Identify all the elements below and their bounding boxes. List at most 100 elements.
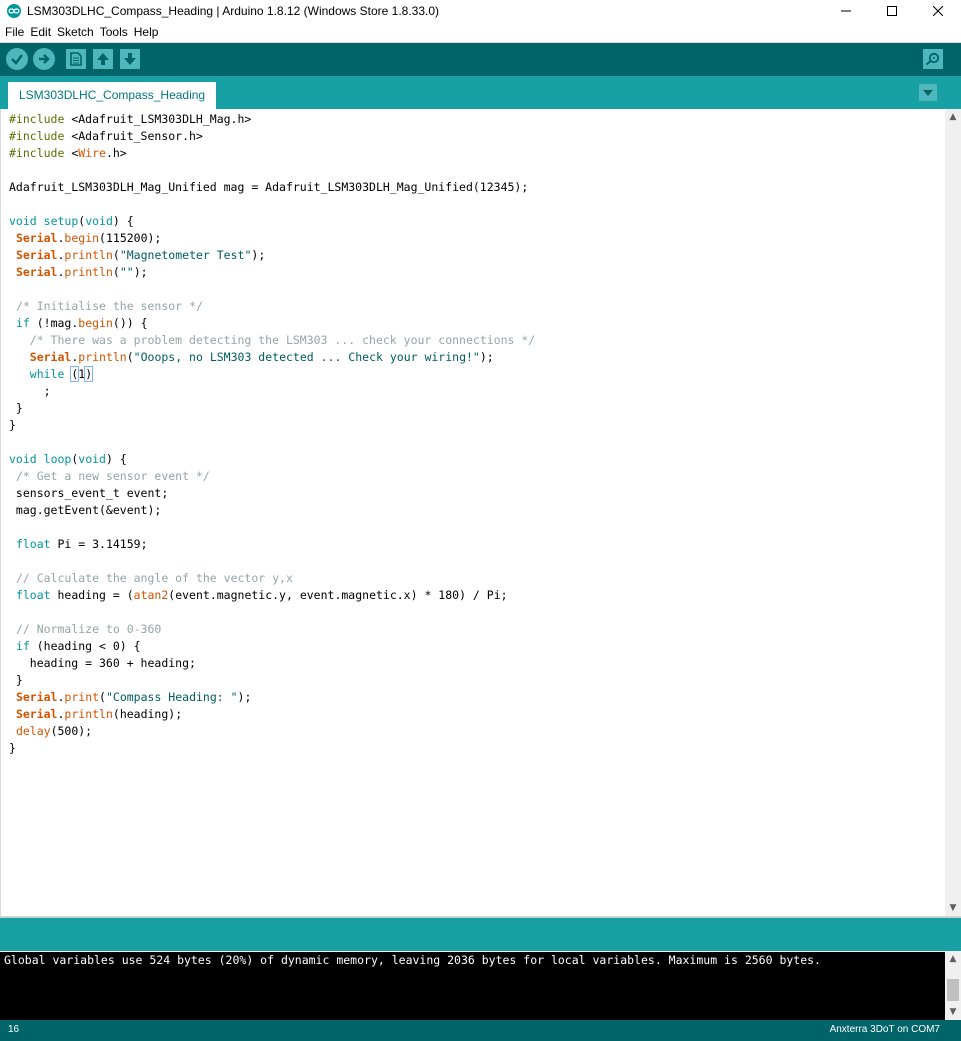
tab-lsm303dlhc-compass-heading[interactable]: LSM303DLHC_Compass_Heading: [8, 82, 217, 109]
code-token: print: [64, 690, 100, 704]
tab-menu-button[interactable]: [919, 84, 937, 101]
code-token: setup: [43, 214, 79, 228]
code-token: mag.getEvent(&event);: [9, 503, 162, 517]
code-token: (!mag.: [29, 316, 79, 330]
console-output: Global variables use 524 bytes (20%) of …: [0, 951, 945, 1020]
close-button[interactable]: [915, 0, 961, 22]
code-token: void: [85, 214, 113, 228]
code-line: ;: [9, 383, 535, 400]
code-token: (: [99, 690, 106, 704]
code-token: "Ooops, no LSM303 detected ... Check you…: [133, 350, 480, 364]
menu-file[interactable]: File: [2, 25, 27, 39]
code-token: void: [9, 214, 37, 228]
menu-bar: File Edit Sketch Tools Help: [0, 22, 961, 43]
code-line: Serial.println(heading);: [9, 706, 535, 723]
code-token: while: [29, 367, 65, 381]
line-number: 16: [8, 1024, 20, 1035]
code-token: );: [133, 265, 148, 279]
code-token: );: [237, 690, 252, 704]
code-token: }: [9, 401, 23, 415]
toolbar: [0, 43, 961, 76]
upload-button[interactable]: [33, 48, 55, 70]
code-token: #include: [9, 129, 72, 143]
code-token: float: [15, 588, 51, 602]
code-line: #include <Adafruit_Sensor.h>: [9, 128, 535, 145]
code-line: Serial.print("Compass Heading: ");: [9, 689, 535, 706]
code-line: /* There was a problem detecting the LSM…: [9, 332, 535, 349]
code-token: (: [112, 248, 120, 262]
code-token: );: [479, 350, 494, 364]
menu-sketch[interactable]: Sketch: [54, 25, 97, 39]
code-line: Serial.println("Ooops, no LSM303 detecte…: [9, 349, 535, 366]
minimize-icon: [841, 10, 851, 12]
code-token: Serial: [15, 690, 58, 704]
code-line: float Pi = 3.14159;: [9, 536, 535, 553]
serial-monitor-button[interactable]: [923, 49, 943, 69]
code-token: atan2: [133, 588, 169, 602]
code-line: }: [9, 400, 535, 417]
code-token: /* There was a problem detecting the LSM…: [29, 333, 536, 347]
code-token: void: [9, 452, 37, 466]
console-scroll-up-icon[interactable]: ▲: [945, 951, 961, 967]
console-scroll-down-icon[interactable]: ▼: [945, 1004, 961, 1020]
code-editor[interactable]: #include <Adafruit_LSM303DLH_Mag.h> #incl…: [0, 109, 945, 916]
code-token: println: [78, 350, 127, 364]
minimize-button[interactable]: [823, 0, 869, 22]
verify-button[interactable]: [6, 48, 28, 70]
new-button[interactable]: [66, 49, 86, 69]
title-bar: LSM303DLHC_Compass_Heading | Arduino 1.8…: [0, 0, 961, 22]
code-token: "Compass Heading: ": [105, 690, 238, 704]
scroll-up-icon[interactable]: ▲: [945, 109, 961, 125]
menu-edit[interactable]: Edit: [27, 25, 54, 39]
code-token: #include: [9, 112, 72, 126]
console-header: [0, 918, 961, 951]
save-button[interactable]: [120, 49, 140, 69]
code-token: if: [15, 639, 30, 653]
code-token: /* Get a new sensor event */: [15, 469, 210, 483]
close-icon: [933, 6, 943, 16]
code-line: }: [9, 417, 535, 434]
up-arrow-icon: [97, 53, 109, 65]
menu-help[interactable]: Help: [131, 25, 162, 39]
open-button[interactable]: [93, 49, 113, 69]
code-token: Wire: [78, 146, 106, 160]
code-line: mag.getEvent(&event);: [9, 502, 535, 519]
console-message: Global variables use 524 bytes (20%) of …: [4, 953, 821, 967]
code-token: (: [126, 350, 134, 364]
code-token: ;: [9, 384, 51, 398]
console-scrollbar[interactable]: ▲ ▼: [945, 951, 961, 1020]
board-port-status: Anxterra 3DoT on COM7: [829, 1024, 940, 1035]
code-token: println: [64, 248, 113, 262]
code-line: if (heading < 0) {: [9, 638, 535, 655]
code-line: void setup(void) {: [9, 213, 535, 230]
chevron-down-icon: [923, 89, 933, 96]
console-scroll-thumb[interactable]: [947, 979, 959, 1001]
code-token: delay: [15, 724, 51, 738]
status-bar: 16 Anxterra 3DoT on COM7: [0, 1020, 961, 1041]
checkmark-icon: [11, 54, 23, 65]
code-token: begin: [78, 316, 113, 330]
code-token: .h>: [105, 146, 127, 160]
code-line: if (!mag.begin()) {: [9, 315, 535, 332]
scroll-down-icon[interactable]: ▼: [945, 900, 961, 916]
maximize-icon: [887, 6, 897, 16]
menu-tools[interactable]: Tools: [97, 25, 131, 39]
code-token: Serial: [15, 231, 58, 245]
code-token: begin: [64, 231, 100, 245]
editor-scrollbar[interactable]: ▲ ▼: [945, 109, 961, 916]
code-token: (500);: [50, 724, 93, 738]
code-token: ): [84, 366, 94, 382]
maximize-button[interactable]: [869, 0, 915, 22]
